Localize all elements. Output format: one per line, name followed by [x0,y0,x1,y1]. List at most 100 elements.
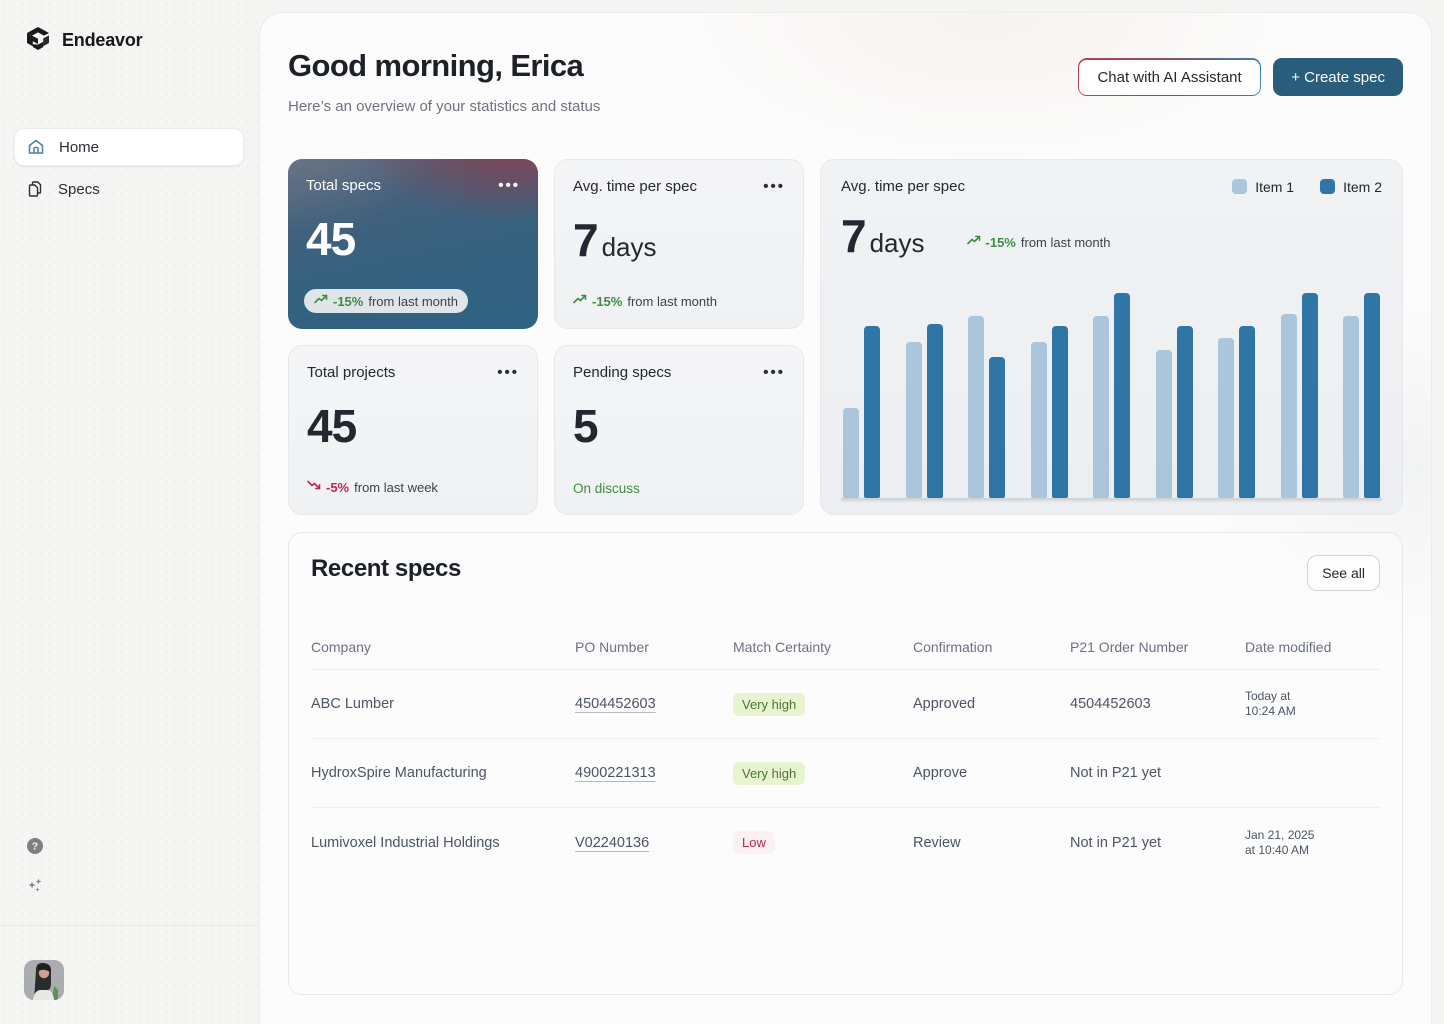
date-modified: Today at10:24 AM [1245,689,1370,719]
column-header-match-certainty: Match Certainty [733,639,913,655]
table-row[interactable]: ABC Lumber4504452603Very highApproved450… [311,670,1380,739]
user-avatar[interactable] [24,960,64,1000]
bar-item-2 [1302,293,1318,498]
cell-company: HydroxSpire Manufacturing [311,765,575,781]
delta-value: -5% [326,480,349,495]
cell-po-number: 4504452603 [575,696,733,712]
stat-card-total-specs: Total specs ••• 45 -15% from last month [288,159,538,329]
bar-item-2 [927,324,943,498]
stat-value: 5 [573,403,785,449]
bar-group [906,293,943,498]
bar-group [1093,293,1130,498]
table-row[interactable]: Lumivoxel Industrial HoldingsV02240136 Lo… [311,808,1380,877]
po-number-link[interactable]: 4900221313 [575,765,656,781]
recent-specs-card: Recent specs See all Company PO Number M… [288,532,1403,995]
sidebar-user [0,926,258,1024]
chart-title: Avg. time per spec [841,178,965,195]
stat-value: 45 [307,403,519,449]
bar-group [843,293,880,498]
page-title: Good morning, Erica [288,48,600,84]
ai-sparkles-icon[interactable] [26,877,44,895]
stat-card-title: Pending specs [573,364,671,381]
legend-item-1: Item 1 [1232,179,1294,195]
home-icon [27,138,45,156]
cell-p21-order-number: 4504452603 [1070,696,1245,712]
bar-item-2 [1114,293,1130,498]
table-body: ABC Lumber4504452603Very highApproved450… [311,670,1380,877]
po-number-link[interactable]: V02240136 [575,835,649,851]
chat-ai-button-label: Chat with AI Assistant [1079,60,1259,95]
match-certainty-badge: Low [733,831,775,854]
legend-item-2: Item 2 [1320,179,1382,195]
create-spec-button[interactable]: + Create spec [1273,58,1403,96]
cell-company: ABC Lumber [311,696,575,712]
delta-label: from last week [354,480,438,495]
stat-card-title: Avg. time per spec [573,178,697,195]
svg-text:?: ? [32,841,38,853]
specs-pages-icon [26,180,44,198]
column-header-confirmation: Confirmation [913,639,1070,655]
stat-card-total-projects: Total projects ••• 45 -5% from last week [288,345,538,515]
ellipsis-icon[interactable]: ••• [497,369,519,377]
brand: Endeavor [0,0,258,64]
sidebar: Endeavor Home Specs [0,0,258,1024]
sidebar-item-specs[interactable]: Specs [14,170,244,208]
cell-company: Lumivoxel Industrial Holdings [311,835,575,851]
cell-match-certainty: Low [733,831,913,854]
bar-item-1 [1156,350,1172,498]
delta-value: -15% [592,294,622,309]
see-all-button[interactable]: See all [1307,555,1380,591]
stat-card-title: Total projects [307,364,395,381]
sidebar-item-label: Specs [58,181,100,198]
bar-group [1218,293,1255,498]
delta-label: from last month [627,294,717,309]
bar-item-1 [843,408,859,498]
stat-value: 45 [306,216,520,262]
spec-table: Company PO Number Match Certainty Confir… [311,639,1380,877]
trend-up-icon [314,292,328,310]
delta-value: -15% [986,236,1016,249]
stat-card-avg-time: Avg. time per spec ••• 7 days -15% from … [554,159,804,329]
chart-baseline [841,498,1382,500]
legend-swatch-item1 [1232,179,1247,194]
cell-po-number: V02240136 [575,835,733,851]
table-header-row: Company PO Number Match Certainty Confir… [311,639,1380,670]
chart-delta: -15% from last month [967,234,1111,250]
main-panel: Good morning, Erica Here’s an overview o… [259,12,1432,1024]
ellipsis-icon[interactable]: ••• [498,182,520,190]
column-header-p21-order-number: P21 Order Number [1070,639,1245,655]
bar-item-2 [1239,326,1255,498]
delta-row: -15% from last month [573,292,717,310]
cell-confirmation: Approved [913,696,1070,712]
trend-up-icon [573,292,587,310]
column-header-date-modified: Date modified [1245,639,1380,655]
stats-grid: Total specs ••• 45 -15% from last month [288,159,804,515]
delta-row: -5% from last week [307,478,438,496]
ellipsis-icon[interactable]: ••• [763,369,785,377]
bar-chart-bars [841,293,1382,498]
cell-match-certainty: Very high [733,762,913,785]
sidebar-item-home[interactable]: Home [14,128,244,166]
bar-item-2 [1177,326,1193,498]
date-modified: Jan 21, 2025at 10:40 AM [1245,828,1370,858]
sidebar-tools: ? [0,837,258,895]
column-header-company: Company [311,639,575,655]
bar-item-2 [1364,293,1380,498]
bar-item-2 [864,326,880,498]
po-number-link[interactable]: 4504452603 [575,696,656,712]
chart-unit: days [870,230,925,256]
cell-date-modified: Today at10:24 AM [1245,689,1380,719]
trend-down-icon [307,478,321,496]
cell-confirmation: Approve [913,765,1070,781]
stat-value: 7 [573,217,598,263]
help-question-icon[interactable]: ? [26,837,44,855]
legend-swatch-item2 [1320,179,1335,194]
sidebar-item-label: Home [59,139,99,156]
ellipsis-icon[interactable]: ••• [763,183,785,191]
chat-ai-button[interactable]: Chat with AI Assistant [1078,58,1261,96]
bar-group [1156,293,1193,498]
bar-item-1 [1031,342,1047,498]
bar-item-1 [1218,338,1234,498]
table-row[interactable]: HydroxSpire Manufacturing4900221313 Very … [311,739,1380,808]
endeavor-logo-icon [24,26,52,54]
